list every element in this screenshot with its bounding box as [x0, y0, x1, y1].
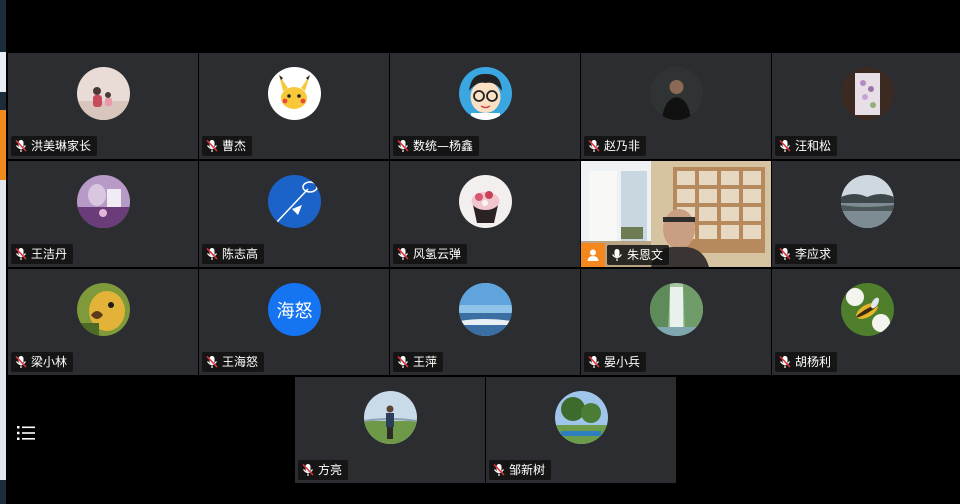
background-window-edge	[0, 0, 6, 504]
participant-tile[interactable]: 曹杰	[199, 53, 389, 159]
mic-muted-icon	[302, 463, 314, 476]
name-tag: 晏小兵	[584, 352, 647, 372]
participant-name: 李应求	[795, 247, 832, 261]
cupcake-avatar	[459, 175, 512, 228]
participant-tile[interactable]: 梁小林	[8, 269, 198, 375]
list-menu-icon	[17, 426, 35, 440]
badminton-avatar	[268, 175, 321, 228]
name-tag: 朱恩文	[607, 245, 670, 265]
participant-tile[interactable]: 海怒 王海怒	[199, 269, 389, 375]
participant-tile[interactable]: 王洁丹	[8, 161, 198, 267]
participant-name: 数统—杨鑫	[413, 139, 474, 153]
participant-name: 王萍	[413, 355, 438, 369]
participant-video-tile[interactable]: 朱恩文	[581, 161, 771, 267]
participant-list-button[interactable]	[12, 420, 40, 446]
name-tag: 李应求	[775, 244, 838, 264]
name-tag: 王萍	[393, 352, 444, 372]
participant-name: 方亮	[318, 463, 343, 477]
mic-muted-icon	[397, 139, 409, 152]
mic-muted-icon	[15, 139, 27, 152]
name-tag: 邹新树	[489, 460, 552, 480]
participant-name: 洪美琳家长	[31, 139, 92, 153]
name-tag: 风氢云弹	[393, 244, 468, 264]
name-tag: 王洁丹	[11, 244, 74, 264]
photo-man-avatar	[650, 67, 703, 120]
name-tag: 方亮	[298, 460, 349, 480]
photo-purple-room-avatar	[77, 175, 130, 228]
mic-muted-icon	[588, 139, 600, 152]
participant-tile[interactable]: 风氢云弹	[390, 161, 580, 267]
participant-name: 邹新树	[509, 463, 546, 477]
participant-name: 赵乃非	[604, 139, 641, 153]
mic-muted-icon	[779, 139, 791, 152]
participant-name: 王洁丹	[31, 247, 68, 261]
participant-name: 曹杰	[222, 139, 247, 153]
participant-name: 风氢云弹	[413, 247, 462, 261]
participant-name: 梁小林	[31, 355, 68, 369]
participant-name: 王海怒	[222, 355, 259, 369]
host-badge	[581, 243, 605, 267]
name-tag: 曹杰	[202, 136, 253, 156]
participant-tile[interactable]: 陈志高	[199, 161, 389, 267]
photo-flowers-avatar	[841, 67, 894, 120]
cartoon-boy-glasses-avatar	[459, 67, 512, 120]
name-tag: 陈志高	[202, 244, 265, 264]
cartoon-pikachu-avatar	[268, 67, 321, 120]
participant-tile[interactable]: 赵乃非	[581, 53, 771, 159]
trees-park-avatar	[555, 391, 608, 444]
text-avatar: 海怒	[268, 283, 321, 336]
person-icon	[587, 249, 599, 261]
participant-tile[interactable]: 洪美琳家长	[8, 53, 198, 159]
lake-landscape-avatar	[841, 175, 894, 228]
participant-name: 汪和松	[795, 139, 832, 153]
sea-horizon-avatar	[459, 283, 512, 336]
participant-tile[interactable]: 数统—杨鑫	[390, 53, 580, 159]
participant-name: 晏小兵	[604, 355, 641, 369]
participant-tile[interactable]: 胡杨利	[772, 269, 960, 375]
name-tag: 数统—杨鑫	[393, 136, 480, 156]
meeting-gallery-view: 洪美琳家长 曹杰 数统—杨鑫 赵乃非 汪和松 王洁丹 陈志高 风氢云弹 朱恩文 …	[0, 0, 960, 504]
mic-muted-icon	[397, 247, 409, 260]
mic-muted-icon	[397, 355, 409, 368]
name-tag: 汪和松	[775, 136, 838, 156]
participant-tile[interactable]: 方亮	[295, 377, 485, 483]
mic-muted-icon	[779, 355, 791, 368]
mic-muted-icon	[15, 247, 27, 260]
participant-tile[interactable]: 汪和松	[772, 53, 960, 159]
waterfall-avatar	[650, 283, 703, 336]
participant-tile[interactable]: 王萍	[390, 269, 580, 375]
mic-muted-icon	[779, 247, 791, 260]
parrot-avatar	[77, 283, 130, 336]
participant-tile[interactable]: 李应求	[772, 161, 960, 267]
participant-tile[interactable]: 晏小兵	[581, 269, 771, 375]
name-tag: 赵乃非	[584, 136, 647, 156]
name-tag: 王海怒	[202, 352, 265, 372]
name-tag: 洪美琳家长	[11, 136, 98, 156]
mic-muted-icon	[493, 463, 505, 476]
participant-name: 胡杨利	[795, 355, 832, 369]
name-tag: 梁小林	[11, 352, 74, 372]
mic-on-icon	[612, 249, 622, 261]
participant-name: 陈志高	[222, 247, 259, 261]
mic-muted-icon	[206, 355, 218, 368]
mic-muted-icon	[15, 355, 27, 368]
mic-muted-icon	[588, 355, 600, 368]
photo-woman-child-avatar	[77, 67, 130, 120]
participant-name: 朱恩文	[627, 248, 664, 262]
photo-person-outdoor-avatar	[364, 391, 417, 444]
mic-muted-icon	[206, 139, 218, 152]
name-tag: 胡杨利	[775, 352, 838, 372]
mic-muted-icon	[206, 247, 218, 260]
participant-tile[interactable]: 邹新树	[486, 377, 676, 483]
insect-flower-avatar	[841, 283, 894, 336]
